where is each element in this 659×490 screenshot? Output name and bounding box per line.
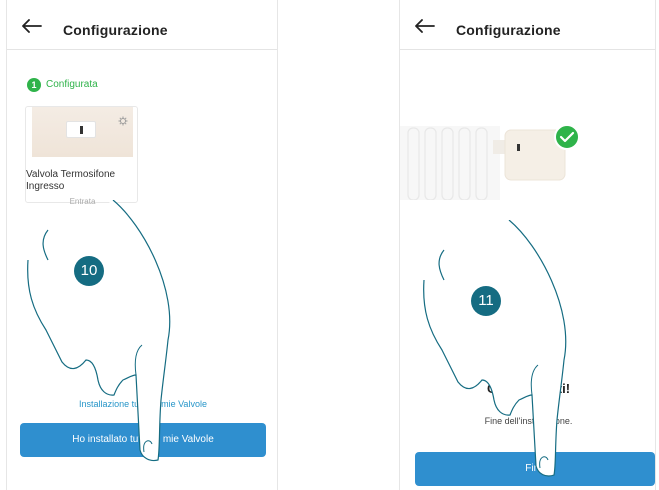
header-title: Configurazione <box>63 22 168 38</box>
pointing-hand-icon <box>423 220 567 477</box>
arrow-left-icon[interactable] <box>414 19 436 33</box>
radiator-image <box>400 124 580 200</box>
device-name: Valvola Termosifone Ingresso <box>26 169 116 192</box>
step-marker: 11 <box>471 286 501 316</box>
pointing-hand-icon <box>27 200 171 462</box>
app-header: Configurazione <box>400 0 655 50</box>
step-number-badge: 1 <box>27 78 41 92</box>
valve-image <box>32 107 133 157</box>
step-marker: 10 <box>74 256 104 286</box>
device-card[interactable]: Valvola Termosifone Ingresso Entrata <box>25 106 138 206</box>
arrow-left-icon[interactable] <box>21 19 43 33</box>
step-status-label: Configurata <box>46 79 98 90</box>
check-circle-icon <box>554 124 580 150</box>
app-header: Configurazione <box>7 0 277 50</box>
valve-led <box>80 126 83 134</box>
gear-icon[interactable] <box>118 116 128 126</box>
valve-body <box>66 121 96 138</box>
header-title: Configurazione <box>456 22 561 38</box>
